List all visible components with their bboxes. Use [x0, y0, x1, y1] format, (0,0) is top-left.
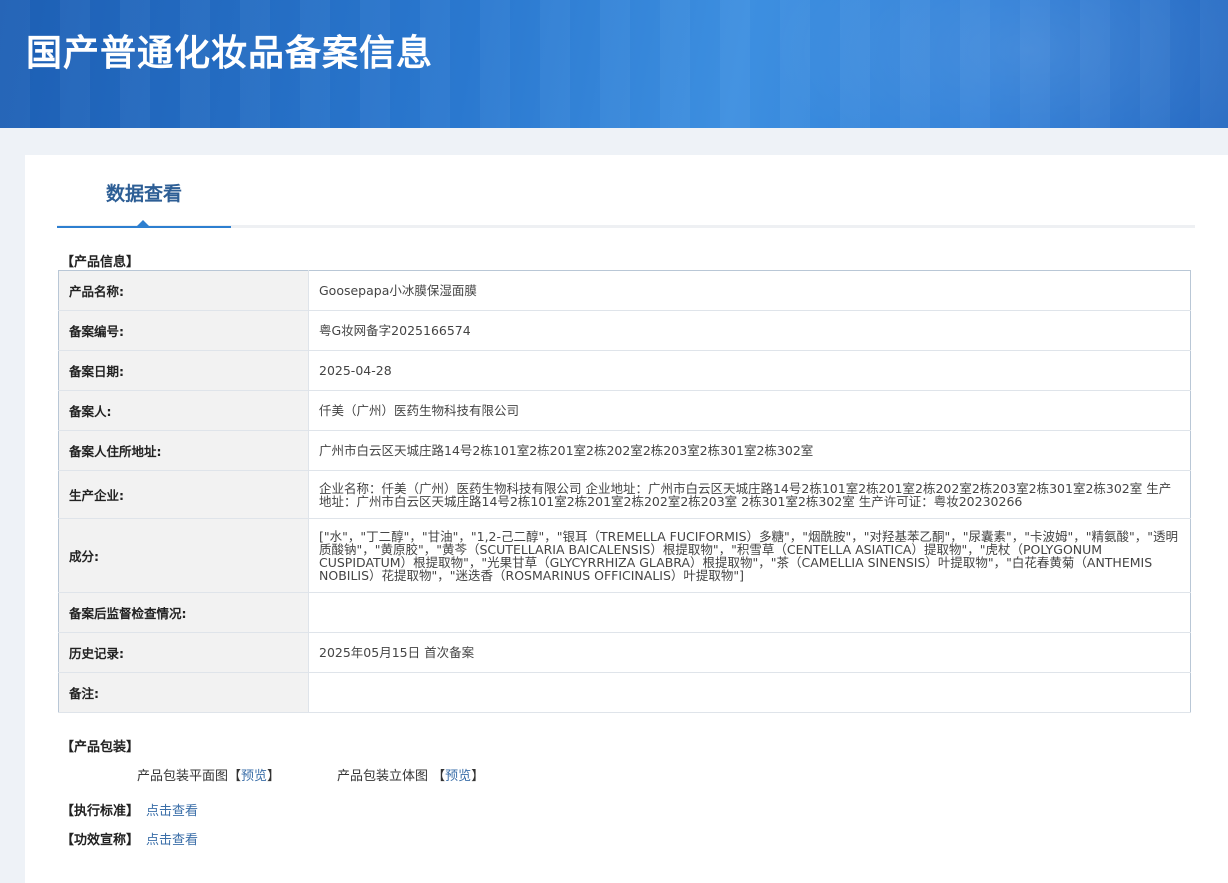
table-row: 备案日期: 2025-04-28	[58, 350, 1191, 391]
table-row: 备案人住所地址: 广州市白云区天城庄路14号2栋101室2栋201室2栋202室…	[58, 430, 1191, 471]
table-row: 产品名称: Goosepapa小冰膜保湿面膜	[58, 270, 1191, 311]
row-label-manufacturer: 生产企业:	[58, 470, 309, 519]
efficacy-heading: 【功效宣称】	[61, 833, 140, 848]
table-row: 历史记录: 2025年05月15日 首次备案	[58, 632, 1191, 673]
bracket-open: 【	[228, 769, 242, 784]
product-info-heading: 【产品信息】	[61, 255, 140, 270]
content-panel: 数据查看 【产品信息】 产品名称: Goosepapa小冰膜保湿面膜 备案编号:…	[25, 155, 1228, 883]
row-value-history: 2025年05月15日 首次备案	[308, 632, 1191, 673]
active-tab-underline	[57, 226, 231, 228]
packaging-stereo-label: 产品包装立体图	[337, 769, 429, 784]
table-row: 备案人: 仟美（广州）医药生物科技有限公司	[58, 390, 1191, 431]
bracket-close: 】	[471, 769, 485, 784]
table-row: 成分: ["水"，"丁二醇"，"甘油"，"1,2-己二醇"，"银耳（TREMEL…	[58, 518, 1191, 593]
row-label-registration-date: 备案日期:	[58, 350, 309, 391]
table-row: 备案后监督检查情况:	[58, 592, 1191, 633]
row-value-registrant: 仟美（广州）医药生物科技有限公司	[308, 390, 1191, 431]
tab-bar: 数据查看	[57, 155, 1195, 228]
row-value-registrant-address: 广州市白云区天城庄路14号2栋101室2栋201室2栋202室2栋203室2栋3…	[308, 430, 1191, 471]
bracket-close: 】	[267, 769, 281, 784]
row-value-product-name: Goosepapa小冰膜保湿面膜	[308, 270, 1191, 311]
row-value-ingredients: ["水"，"丁二醇"，"甘油"，"1,2-己二醇"，"银耳（TREMELLA F…	[308, 518, 1191, 593]
bracket-open: 【	[432, 769, 446, 784]
row-label-remarks: 备注:	[58, 672, 309, 713]
tab-data-view[interactable]: 数据查看	[57, 155, 231, 228]
row-label-history: 历史记录:	[58, 632, 309, 673]
page-title: 国产普通化妆品备案信息	[26, 33, 434, 74]
row-value-supervision	[308, 592, 1191, 633]
packaging-stereo-item: 产品包装立体图 【预览】	[337, 765, 484, 784]
table-row: 备案编号: 粤G妆网备字2025166574	[58, 310, 1191, 351]
row-value-manufacturer: 企业名称：仟美（广州）医药生物科技有限公司 企业地址：广州市白云区天城庄路14号…	[308, 470, 1191, 519]
row-value-registration-date: 2025-04-28	[308, 350, 1191, 391]
row-label-registration-number: 备案编号:	[58, 310, 309, 351]
packaging-flat-item: 产品包装平面图【预览】	[137, 765, 280, 784]
active-tab-caret-icon	[137, 220, 149, 226]
row-label-supervision: 备案后监督检查情况:	[58, 592, 309, 633]
packaging-stereo-preview-link[interactable]: 预览	[445, 769, 471, 784]
standard-heading: 【执行标准】	[61, 804, 140, 819]
row-label-product-name: 产品名称:	[58, 270, 309, 311]
packaging-heading: 【产品包装】	[61, 740, 140, 755]
efficacy-view-link[interactable]: 点击查看	[146, 829, 198, 848]
row-value-remarks	[308, 672, 1191, 713]
packaging-flat-label: 产品包装平面图	[137, 769, 229, 784]
row-label-registrant-address: 备案人住所地址:	[58, 430, 309, 471]
table-row: 生产企业: 企业名称：仟美（广州）医药生物科技有限公司 企业地址：广州市白云区天…	[58, 470, 1191, 519]
standard-view-link[interactable]: 点击查看	[146, 800, 198, 819]
product-info-table: 产品名称: Goosepapa小冰膜保湿面膜 备案编号: 粤G妆网备字20251…	[58, 270, 1191, 713]
row-label-registrant: 备案人:	[58, 390, 309, 431]
row-label-ingredients: 成分:	[58, 518, 309, 593]
tab-label: 数据查看	[105, 183, 182, 205]
header-banner: 国产普通化妆品备案信息	[0, 0, 1228, 128]
row-value-registration-number: 粤G妆网备字2025166574	[308, 310, 1191, 351]
table-row: 备注:	[58, 672, 1191, 713]
packaging-flat-preview-link[interactable]: 预览	[241, 769, 267, 784]
